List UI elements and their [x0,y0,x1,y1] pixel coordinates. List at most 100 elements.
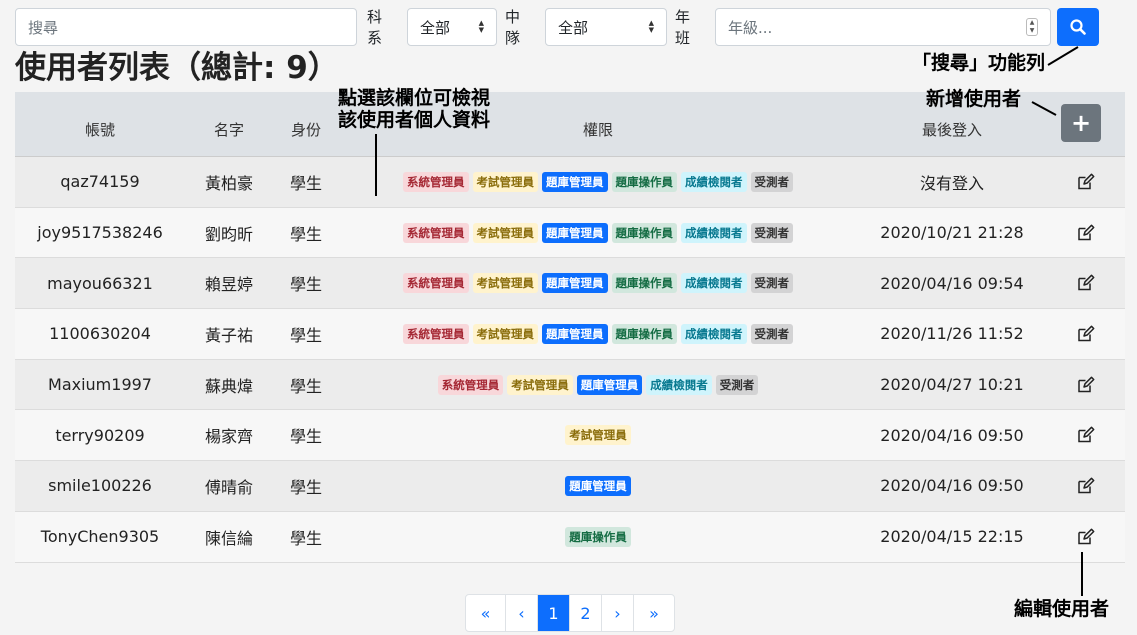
account-cell[interactable]: qaz74159 [15,157,185,207]
edit-user-button[interactable] [1047,208,1125,258]
role-cell[interactable]: 學生 [273,157,339,207]
role-cell[interactable]: 學生 [273,258,339,308]
permission-badge: 題庫管理員 [542,323,608,344]
class-label: 年班 [675,8,691,47]
dept-label: 科系 [367,8,383,47]
permission-badge: 題庫操作員 [611,323,677,344]
permission-badge: 受測者 [750,273,793,294]
permission-badge: 題庫操作員 [565,526,631,547]
permissions-cell[interactable]: 系統管理員 考試管理員 題庫管理員 題庫操作員 成績檢閱者 受測者 [339,258,857,308]
account-cell[interactable]: smile100226 [15,461,185,511]
account-cell[interactable]: joy9517538246 [15,208,185,258]
edit-icon [1077,477,1095,495]
table-row[interactable]: joy9517538246 劉昀昕 學生 系統管理員 考試管理員 題庫管理員 題庫操作員 成績… [15,207,1125,259]
permission-badge: 題庫操作員 [611,171,677,192]
add-user-button[interactable]: + [1061,104,1101,142]
user-table: 帳號 名字 身份 權限 最後登入 + qaz74159 黃柏豪 學生 系統管理員 考試管… [15,92,1125,563]
search-icon [1070,19,1086,35]
edit-icon [1077,528,1095,546]
edit-user-button[interactable] [1047,512,1125,562]
name-cell[interactable]: 蘇典煒 [185,360,273,410]
account-cell[interactable]: 1100630204 [15,309,185,359]
permissions-cell[interactable]: 系統管理員 考試管理員 題庫管理員 題庫操作員 成績檢閱者 受測者 [339,309,857,359]
name-cell[interactable]: 黃子祐 [185,309,273,359]
name-cell[interactable]: 劉昀昕 [185,208,273,258]
class-input[interactable]: 年級... ▲ ▼ [715,8,1051,46]
search-button[interactable] [1057,8,1099,46]
name-cell[interactable]: 賴昱婷 [185,258,273,308]
role-cell[interactable]: 學生 [273,410,339,460]
role-cell[interactable]: 學生 [273,360,339,410]
dept-select-value: 全部 [420,18,451,37]
role-cell[interactable]: 學生 [273,208,339,258]
squad-select-value: 全部 [558,18,589,37]
permission-badge: 系統管理員 [403,171,469,192]
permission-badge: 成績檢閱者 [681,273,747,294]
permission-badge: 考試管理員 [507,374,573,395]
plus-icon: + [1070,109,1092,137]
edit-icon [1077,325,1095,343]
permission-badge: 受測者 [715,374,759,395]
permissions-cell[interactable]: 題庫操作員 [339,512,857,562]
table-row[interactable]: smile100226 傅晴俞 學生 題庫管理員 2020/04/16 09:50 [15,461,1125,512]
permissions-cell[interactable]: 系統管理員 考試管理員 題庫管理員 題庫操作員 成績檢閱者 受測者 [339,208,857,258]
first-page-button[interactable]: « [466,595,506,631]
last-login-cell: 沒有登入 [919,173,984,193]
permissions-cell[interactable]: 系統管理員 考試管理員 題庫管理員 成績檢閱者 受測者 [339,360,857,410]
table-row[interactable]: TonyChen9305 陳信綸 學生 題庫操作員 2020/04/15 22:15 [15,511,1125,563]
permission-badge: 系統管理員 [403,273,469,294]
number-stepper[interactable]: ▲ ▼ [1026,18,1038,36]
edit-icon [1077,376,1095,394]
search-input[interactable]: 搜尋 [15,8,357,46]
edit-user-button[interactable] [1047,410,1125,460]
edit-user-button[interactable] [1047,258,1125,308]
table-row[interactable]: terry90209 楊家齊 學生 考試管理員 2020/04/16 09:50 [15,410,1125,462]
edit-user-button[interactable] [1047,157,1125,207]
account-cell[interactable]: TonyChen9305 [15,512,185,562]
last-login-cell: 2020/11/26 11:52 [880,324,1024,344]
name-cell[interactable]: 傅晴俞 [185,461,273,511]
next-page-button[interactable]: › [602,595,634,631]
permission-badge: 受測者 [750,222,793,243]
chevron-updown-icon: ▲ ▼ [478,19,484,34]
annotation-click-cell-line1: 點選該欄位可檢視 [338,87,491,109]
prev-page-button[interactable]: ‹ [506,595,538,631]
table-body: qaz74159 黃柏豪 學生 系統管理員 考試管理員 題庫管理員 題庫操作員 成績檢閱者 受測… [15,157,1125,563]
account-cell[interactable]: Maxium1997 [15,360,185,410]
role-cell[interactable]: 學生 [273,461,339,511]
account-cell[interactable]: mayou66321 [15,258,185,308]
permission-badge: 題庫管理員 [576,374,643,395]
role-cell[interactable]: 學生 [273,309,339,359]
page-button-2[interactable]: 2 [570,595,602,631]
account-cell[interactable]: terry90209 [15,410,185,460]
table-row[interactable]: 1100630204 黃子祐 學生 系統管理員 考試管理員 題庫管理員 題庫操作員 成績檢閱者… [15,309,1125,360]
header-name: 名字 [213,121,244,139]
permissions-cell[interactable]: 系統管理員 考試管理員 題庫管理員 題庫操作員 成績檢閱者 受測者 [339,157,857,207]
class-input-placeholder: 年級... [728,18,773,37]
table-row[interactable]: Maxium1997 蘇典煒 學生 系統管理員 考試管理員 題庫管理員 成績檢閱者 受測者 20… [15,359,1125,411]
edit-user-button[interactable] [1047,461,1125,511]
permissions-cell[interactable]: 考試管理員 [339,410,857,460]
page-button-1[interactable]: 1 [538,595,570,631]
name-cell[interactable]: 陳信綸 [185,512,273,562]
permission-badge: 成績檢閱者 [646,374,712,395]
permission-badge: 題庫管理員 [565,475,631,496]
last-page-button[interactable]: » [634,595,674,631]
table-row[interactable]: qaz74159 黃柏豪 學生 系統管理員 考試管理員 題庫管理員 題庫操作員 成績檢閱者 受測… [15,157,1125,208]
name-cell[interactable]: 楊家齊 [185,410,273,460]
name-cell[interactable]: 黃柏豪 [185,157,273,207]
permission-badge: 考試管理員 [472,323,538,344]
edit-user-button[interactable] [1047,360,1125,410]
edit-user-button[interactable] [1047,309,1125,359]
edit-icon [1077,224,1095,242]
edit-icon [1077,426,1095,444]
squad-select[interactable]: 全部 ▲ ▼ [545,8,667,46]
table-row[interactable]: mayou66321 賴昱婷 學生 系統管理員 考試管理員 題庫管理員 題庫操作員 成績檢閱者… [15,258,1125,310]
permission-badge: 系統管理員 [403,323,469,344]
last-login-cell: 2020/10/21 21:28 [880,223,1024,243]
chevron-updown-icon: ▲ ▼ [648,19,654,34]
permissions-cell[interactable]: 題庫管理員 [339,461,857,511]
permission-badge: 成績檢閱者 [681,323,747,344]
dept-select[interactable]: 全部 ▲ ▼ [407,8,497,46]
role-cell[interactable]: 學生 [273,512,339,562]
